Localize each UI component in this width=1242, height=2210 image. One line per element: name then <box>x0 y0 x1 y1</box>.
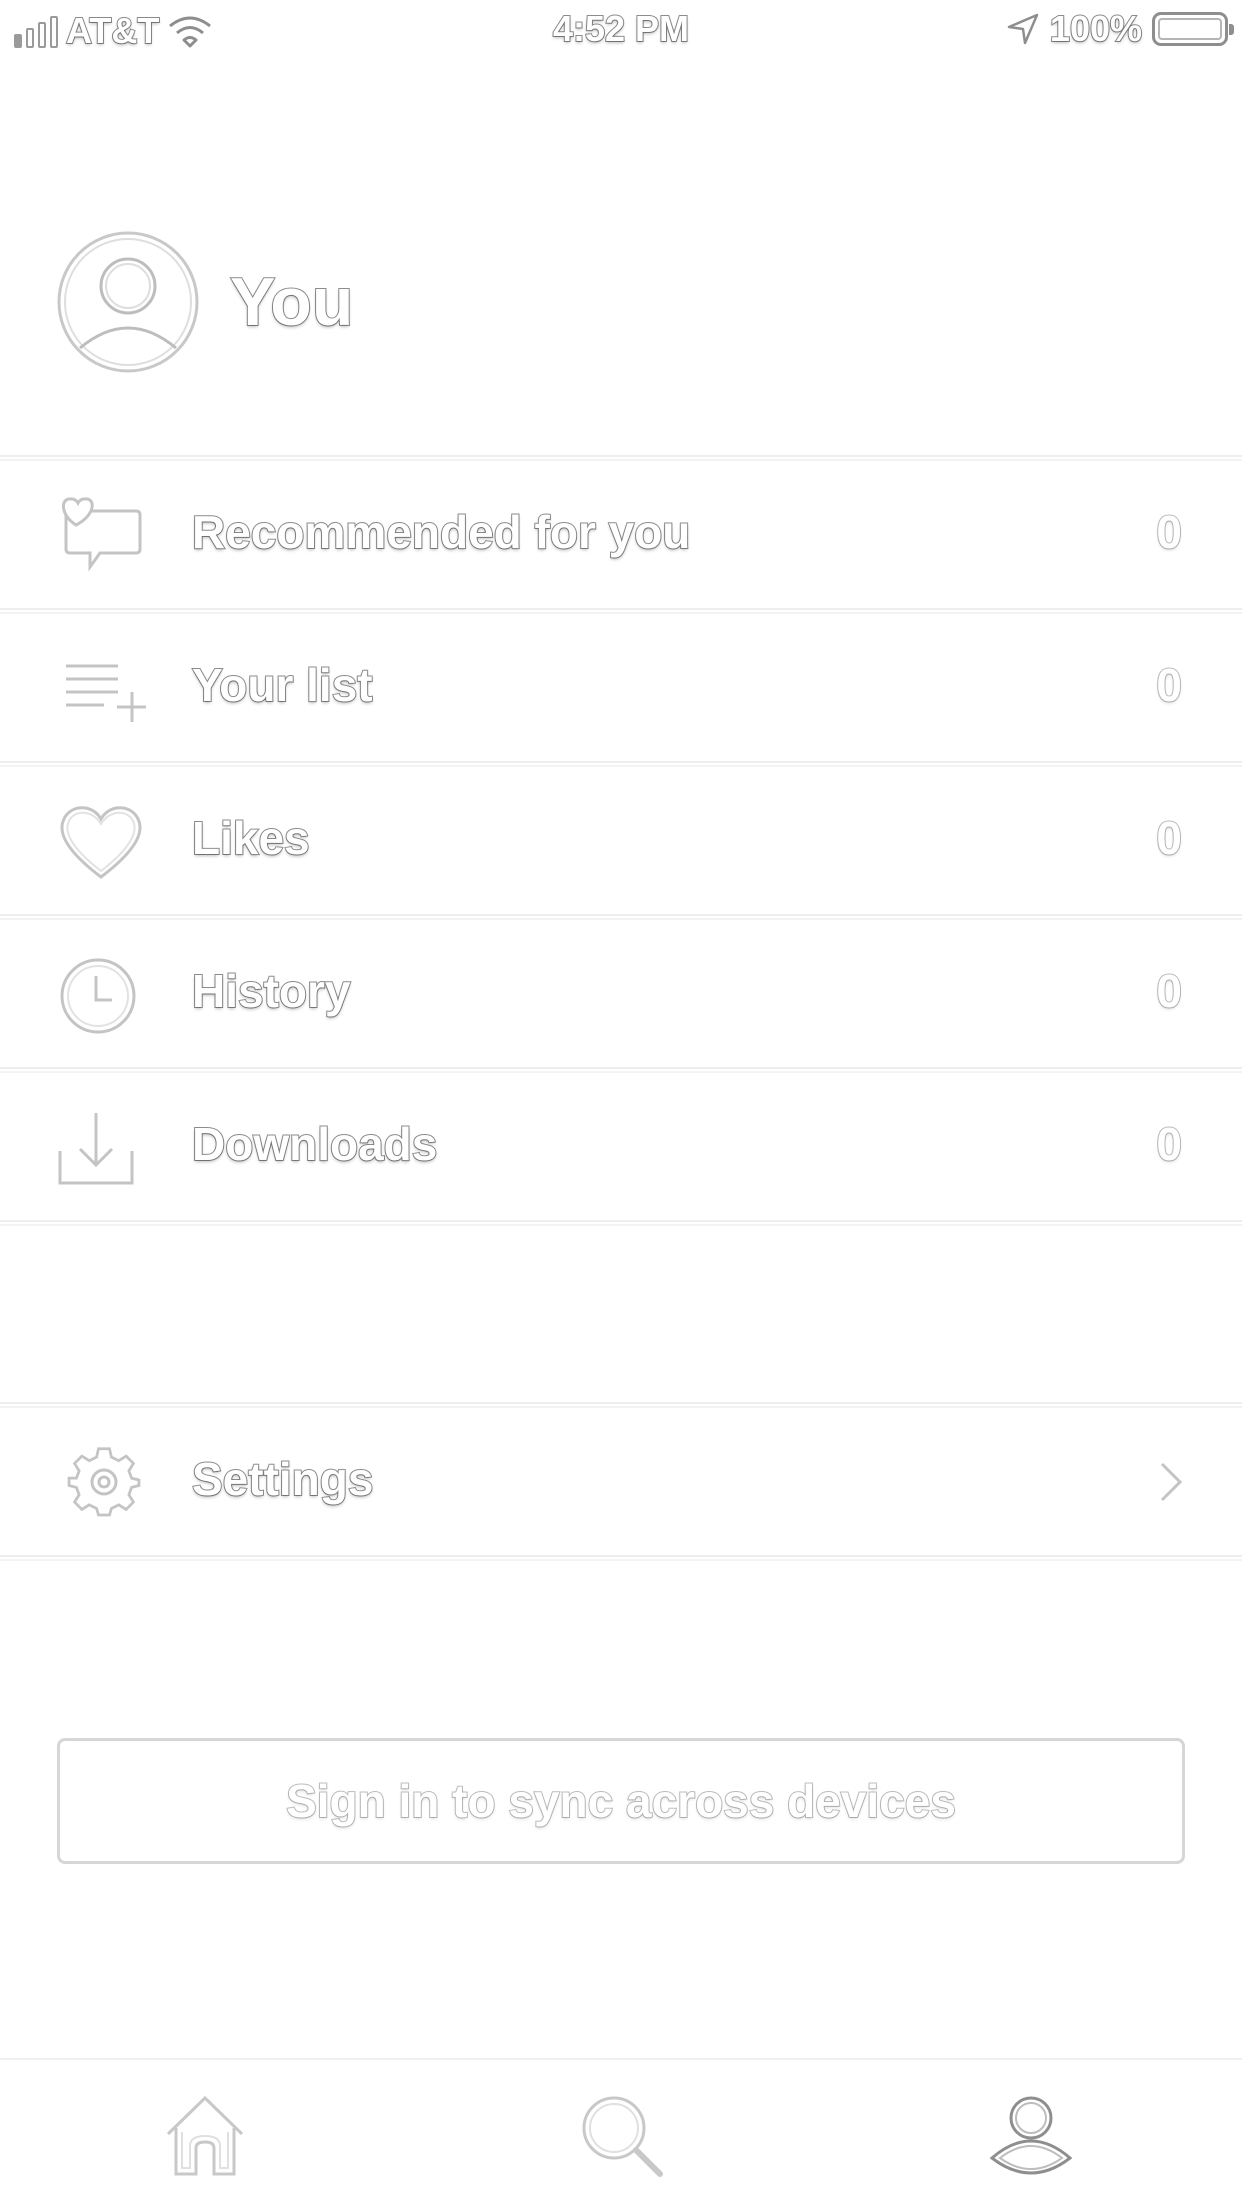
divider <box>0 1555 1242 1561</box>
menu-item-history[interactable]: History 0 <box>0 920 1242 1067</box>
gear-icon <box>67 1447 141 1517</box>
battery-percent: 100% <box>1049 7 1143 50</box>
menu-item-downloads[interactable]: Downloads 0 <box>0 1073 1242 1220</box>
playlist-add-icon <box>66 664 146 722</box>
profile-header: You <box>56 230 354 374</box>
sign-in-button-label: Sign in to sync across devices <box>285 1774 957 1828</box>
sign-in-button[interactable]: Sign in to sync across devices <box>57 1738 1185 1864</box>
menu-item-count: 0 <box>1155 811 1183 865</box>
home-icon[interactable] <box>160 2090 250 2180</box>
menu-item-settings[interactable]: Settings <box>0 1408 1242 1555</box>
search-icon[interactable] <box>576 2090 666 2180</box>
menu-item-count: 0 <box>1155 1117 1183 1171</box>
divider <box>0 1220 1242 1226</box>
menu-item-label: Settings <box>191 1452 374 1506</box>
menu-item-label: History <box>191 964 351 1018</box>
menu-item-likes[interactable]: Likes 0 <box>0 767 1242 914</box>
clock-icon <box>60 958 136 1034</box>
chevron-right-icon <box>1160 1462 1183 1502</box>
status-right: 100% <box>1006 7 1234 50</box>
download-icon <box>58 1113 134 1185</box>
menu-item-count: 0 <box>1155 505 1183 559</box>
tab-bar <box>0 2058 1242 2210</box>
location-arrow-icon <box>1007 13 1039 45</box>
menu-item-recommended[interactable]: Recommended for you 0 <box>0 461 1242 608</box>
menu-item-your-list[interactable]: Your list 0 <box>0 614 1242 761</box>
user-avatar-icon <box>57 231 199 373</box>
heart-icon <box>60 806 142 879</box>
menu-item-label: Downloads <box>191 1117 438 1171</box>
recommended-heart-chat-icon <box>62 497 142 572</box>
menu-item-count: 0 <box>1155 658 1183 712</box>
menu-item-count: 0 <box>1155 964 1183 1018</box>
menu-item-label: Likes <box>191 811 311 865</box>
profile-name: You <box>229 263 354 341</box>
menu-item-label: Your list <box>191 658 374 712</box>
menu-item-label: Recommended for you <box>191 505 691 559</box>
status-bar: AT&T 4:52 PM 100% <box>0 0 1242 62</box>
profile-icon[interactable] <box>986 2090 1076 2180</box>
battery-icon <box>1152 12 1234 46</box>
